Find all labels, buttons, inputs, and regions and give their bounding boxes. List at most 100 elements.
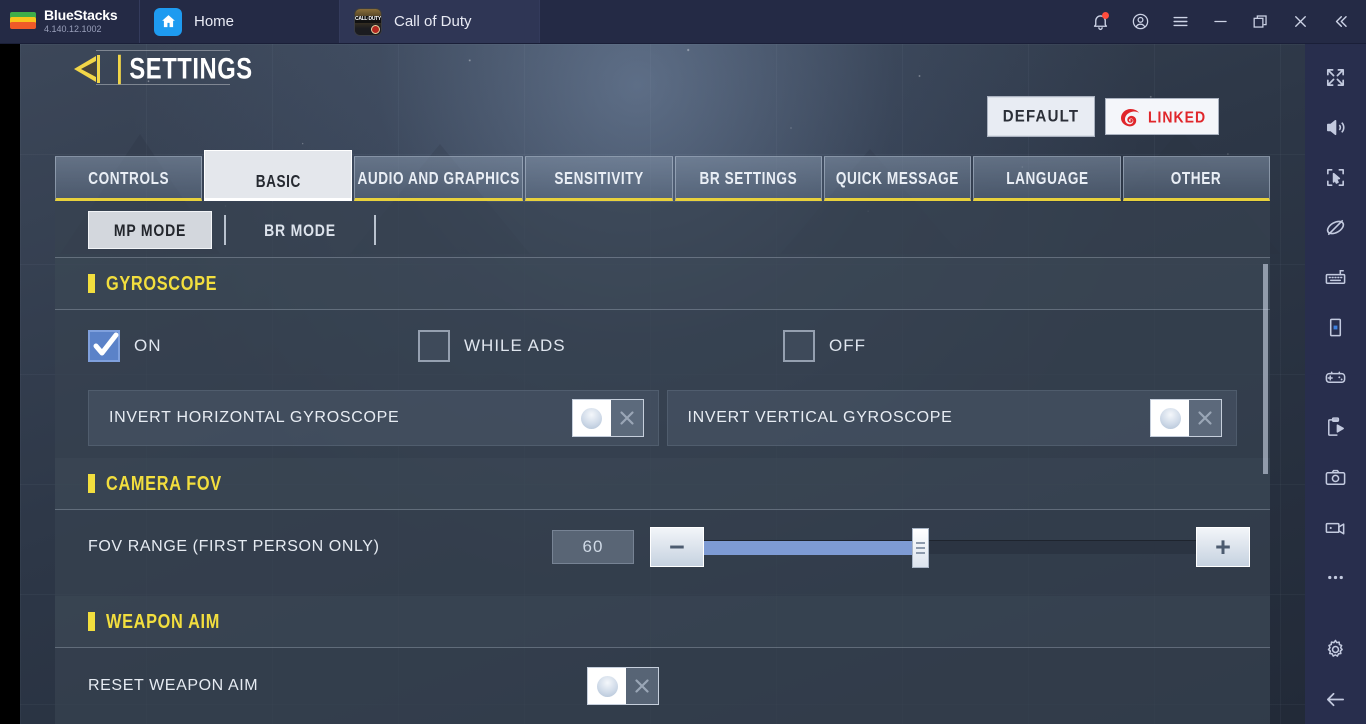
toggle-knob xyxy=(572,400,611,436)
gyroscope-invert-toggles: INVERT HORIZONTAL GYROSCOPE INVERT VERTI… xyxy=(55,390,1270,446)
bluestacks-logo-icon xyxy=(10,9,36,35)
gyroscope-option-on[interactable]: ON xyxy=(88,330,418,362)
bluestacks-window: BlueStacks 4.140.12.1002 Home CALL·DUTY … xyxy=(0,0,1366,724)
settings-tabs: CONTROLS BASIC AUDIO AND GRAPHICS SENSIT… xyxy=(55,150,1271,201)
camera-icon[interactable] xyxy=(1310,452,1362,502)
reset-weapon-aim-row: RESET WEAPON AIM xyxy=(55,648,1270,724)
default-button[interactable]: DEFAULT xyxy=(987,96,1095,137)
toggle-x-icon xyxy=(626,668,658,704)
mode-divider-1 xyxy=(224,214,226,245)
section-title-camera-fov: CAMERA FOV xyxy=(106,471,222,495)
tab-basic[interactable]: BASIC xyxy=(204,150,352,201)
toggle-knob xyxy=(1151,400,1189,436)
tab-quick-message[interactable]: QUICK MESSAGE xyxy=(823,156,972,201)
invert-vertical-gyroscope-label: INVERT VERTICAL GYROSCOPE xyxy=(687,409,953,426)
tab-other[interactable]: OTHER xyxy=(1122,156,1271,201)
fov-slider-group: − + xyxy=(650,527,1250,568)
settings-scroll-body[interactable]: GYROSCOPE ON WHILE ADS OFF INVERT HORIZO… xyxy=(55,258,1270,724)
mode-divider-2 xyxy=(374,214,376,245)
game-viewport: SETTINGS DEFAULT LINKED CONTROLS BASIC A… xyxy=(0,44,1305,724)
close-icon[interactable] xyxy=(1280,0,1320,43)
invert-horizontal-gyroscope-toggle[interactable] xyxy=(571,399,644,437)
fov-increase-button[interactable]: + xyxy=(1196,527,1250,567)
fov-slider-track[interactable] xyxy=(704,528,1196,568)
panel-scrollbar[interactable] xyxy=(1263,264,1268,474)
invert-horizontal-gyroscope-row: INVERT HORIZONTAL GYROSCOPE xyxy=(88,390,659,446)
tab-br-label: BR SETTINGS xyxy=(699,167,798,188)
window-tab-cod-label: Call of Duty xyxy=(394,13,472,30)
notification-badge xyxy=(1102,12,1109,19)
back-triangle-icon[interactable] xyxy=(70,54,108,84)
window-tab-home[interactable]: Home xyxy=(140,0,340,43)
letterbox-bar xyxy=(0,44,20,724)
account-icon[interactable] xyxy=(1120,0,1160,43)
fov-range-row: FOV RANGE (FIRST PERSON ONLY) 60 − + xyxy=(55,510,1270,584)
minimize-icon[interactable] xyxy=(1200,0,1240,43)
linked-button[interactable]: LINKED xyxy=(1105,98,1219,135)
menu-icon[interactable] xyxy=(1160,0,1200,43)
section-header-weapon-aim: WEAPON AIM xyxy=(55,596,1270,648)
tab-audio-label: AUDIO AND GRAPHICS xyxy=(357,167,520,188)
tab-basic-label: BASIC xyxy=(255,171,301,191)
window-tab-call-of-duty[interactable]: CALL·DUTY Call of Duty xyxy=(340,0,540,43)
fov-slider-fill xyxy=(704,541,921,555)
tab-quick-message-label: QUICK MESSAGE xyxy=(836,167,960,188)
gyroscope-option-while-ads[interactable]: WHILE ADS xyxy=(418,330,783,362)
reset-weapon-aim-label: RESET WEAPON AIM xyxy=(88,677,259,694)
tab-br-settings[interactable]: BR SETTINGS xyxy=(674,156,822,201)
device-rotate-icon[interactable] xyxy=(1310,302,1362,352)
gyroscope-option-off[interactable]: OFF xyxy=(783,330,866,362)
mode-mp-label: MP MODE xyxy=(113,219,187,240)
reset-weapon-aim-toggle[interactable] xyxy=(587,667,659,705)
title-rule-top xyxy=(96,50,230,51)
tab-controls-label: CONTROLS xyxy=(88,167,170,188)
collapse-sidebar-icon[interactable] xyxy=(1320,0,1360,43)
section-marker-icon xyxy=(88,474,95,493)
volume-icon[interactable] xyxy=(1310,102,1362,152)
back-arrow-icon[interactable] xyxy=(1310,674,1362,724)
brand-name: BlueStacks xyxy=(44,7,118,24)
gear-icon[interactable] xyxy=(1310,624,1362,674)
bluestacks-sidebar xyxy=(1305,44,1366,724)
toggle-x-icon xyxy=(611,400,643,436)
tab-language[interactable]: LANGUAGE xyxy=(973,156,1121,201)
mode-br[interactable]: BR MODE xyxy=(238,211,362,249)
checkbox-on-label: ON xyxy=(134,336,162,355)
gamepad-icon[interactable] xyxy=(1310,352,1362,402)
fov-slider-handle[interactable] xyxy=(912,528,930,568)
video-record-icon[interactable] xyxy=(1310,502,1362,552)
fullscreen-icon[interactable] xyxy=(1310,52,1362,102)
default-button-label: DEFAULT xyxy=(1002,107,1080,126)
restore-icon[interactable] xyxy=(1240,0,1280,43)
bluestacks-brand: BlueStacks 4.140.12.1002 xyxy=(0,0,140,43)
fov-decrease-button[interactable]: − xyxy=(650,527,704,567)
more-icon[interactable] xyxy=(1310,552,1362,602)
gyroscope-options-row: ON WHILE ADS OFF xyxy=(55,310,1270,382)
checkbox-while-ads[interactable] xyxy=(418,330,450,362)
script-play-icon[interactable] xyxy=(1310,402,1362,452)
section-marker-icon xyxy=(88,612,95,631)
keyboard-icon[interactable] xyxy=(1310,252,1362,302)
section-header-gyroscope: GYROSCOPE xyxy=(55,258,1270,310)
checkbox-on[interactable] xyxy=(88,330,120,362)
linked-button-label: LINKED xyxy=(1147,107,1207,126)
cod-app-icon: CALL·DUTY xyxy=(354,7,382,36)
tab-sensitivity[interactable]: SENSITIVITY xyxy=(525,156,673,201)
header-buttons: DEFAULT LINKED xyxy=(987,96,1219,137)
tab-audio-and-graphics[interactable]: AUDIO AND GRAPHICS xyxy=(353,156,524,201)
brand-version: 4.140.12.1002 xyxy=(44,23,102,34)
home-icon xyxy=(154,7,182,36)
section-title-gyroscope: GYROSCOPE xyxy=(106,271,218,295)
titlebar-actions xyxy=(1080,0,1366,43)
settings-header: SETTINGS xyxy=(70,54,260,84)
cursor-select-icon[interactable] xyxy=(1310,152,1362,202)
eye-slash-icon[interactable] xyxy=(1310,202,1362,252)
page-title: SETTINGS xyxy=(118,54,253,84)
invert-vertical-gyroscope-toggle[interactable] xyxy=(1150,399,1222,437)
checkbox-off[interactable] xyxy=(783,330,815,362)
notifications-icon[interactable] xyxy=(1080,0,1120,43)
tab-controls[interactable]: CONTROLS xyxy=(55,156,203,201)
mode-mp[interactable]: MP MODE xyxy=(88,210,212,249)
mode-selector: MP MODE BR MODE xyxy=(55,202,1270,258)
invert-vertical-gyroscope-row: INVERT VERTICAL GYROSCOPE xyxy=(666,390,1237,446)
